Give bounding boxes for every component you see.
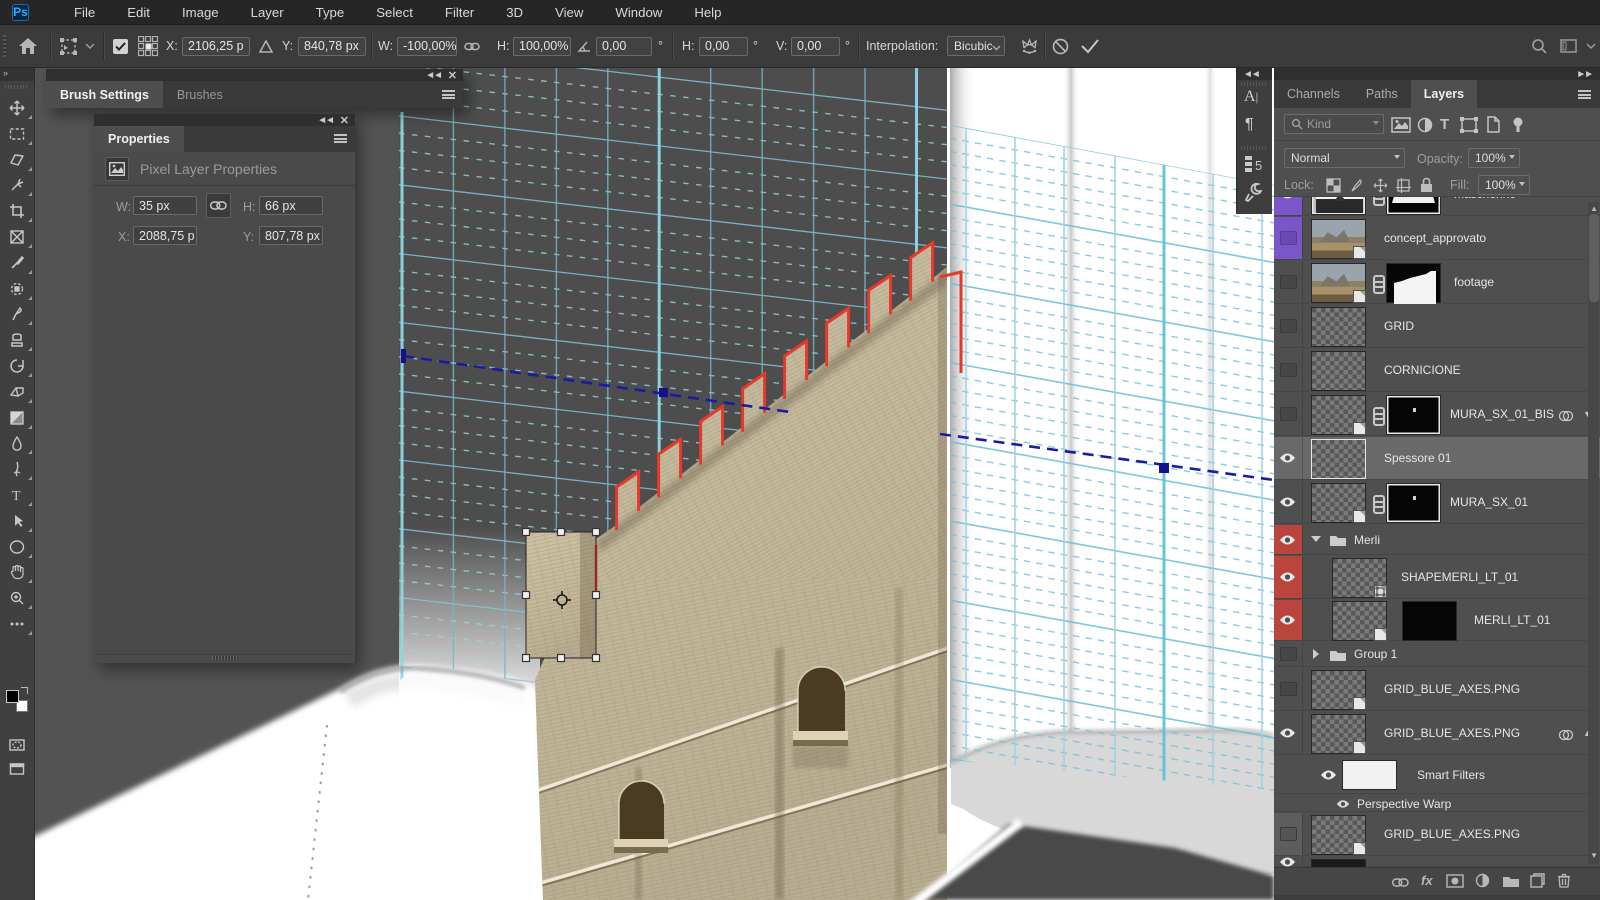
svg-text:5: 5 [1255,158,1262,173]
svg-text:T: T [12,489,21,504]
